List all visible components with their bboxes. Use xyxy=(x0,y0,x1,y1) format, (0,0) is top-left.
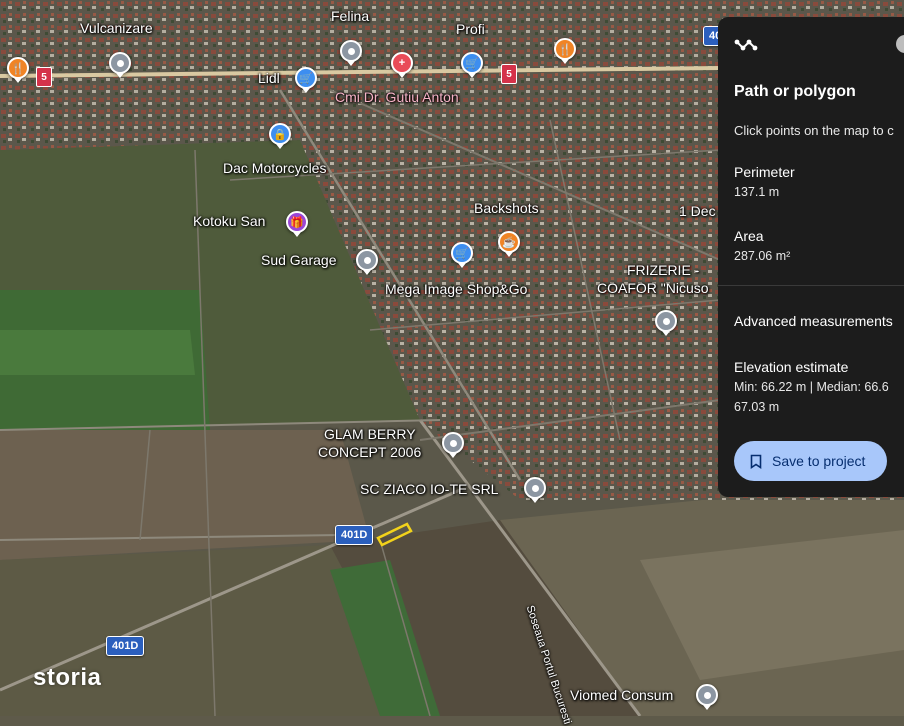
place-label-vulcanizare[interactable]: Vulcanizare xyxy=(80,20,153,36)
pin-dot-icon xyxy=(662,317,670,325)
perimeter-label: Perimeter xyxy=(734,164,795,180)
place-label-ziaco[interactable]: SC ZIACO IO-TE SRL xyxy=(360,481,498,497)
place-label-sud-garage[interactable]: Sud Garage xyxy=(261,252,337,268)
place-label-backshots[interactable]: Backshots xyxy=(474,200,539,216)
place-label-frizerie-2[interactable]: COAFOR "Nicuso xyxy=(597,280,709,297)
route-marker-5: 5 xyxy=(501,64,517,84)
highway-shield-label: 401D xyxy=(107,637,144,655)
elevation-line-1: Min: 66.22 m | Median: 66.6 xyxy=(734,380,889,394)
place-pin-icon[interactable] xyxy=(442,432,464,458)
pin-dot-icon xyxy=(116,59,124,67)
area-value: 287.06 m² xyxy=(734,249,791,263)
cafe-icon[interactable]: ☕ xyxy=(498,231,520,257)
highway-shield-401d: 401D xyxy=(335,525,374,545)
panel-divider xyxy=(718,285,904,286)
elevation-line-2: 67.03 m xyxy=(734,400,780,414)
place-label-1-dec[interactable]: 1 Dec xyxy=(679,203,716,219)
save-to-project-button[interactable]: Save to project xyxy=(734,441,887,481)
route-marker-5: 5 xyxy=(36,67,52,87)
restaurant-icon[interactable]: 🍴 xyxy=(7,57,29,83)
pin-dot-icon xyxy=(449,439,457,447)
pin-dot-icon xyxy=(347,47,355,55)
place-pin-icon[interactable] xyxy=(109,52,131,78)
place-pin-icon[interactable] xyxy=(524,477,546,503)
field-green-strip-2 xyxy=(0,330,195,375)
storia-watermark: storia xyxy=(33,664,102,691)
lock-shop-icon[interactable]: 🔒 xyxy=(269,123,291,149)
place-label-profi[interactable]: Profi xyxy=(456,21,485,37)
place-label-kotoku-san[interactable]: Kotoku San xyxy=(193,213,265,229)
measurement-panel: Path or polygon Click points on the map … xyxy=(718,17,904,497)
shopping-cart-icon[interactable]: 🛒 xyxy=(295,67,317,93)
shopping-cart-icon[interactable]: 🛒 xyxy=(451,242,473,268)
area-label: Area xyxy=(734,228,764,244)
highway-shield-401d: 401D xyxy=(106,636,145,656)
path-measure-icon xyxy=(734,39,758,51)
place-label-viomed[interactable]: Viomed Consum xyxy=(570,687,673,703)
place-label-dac-motorcycles[interactable]: Dac Motorcycles xyxy=(223,160,326,176)
place-label-cmi[interactable]: Cmi Dr. Gutiu Anton xyxy=(335,89,459,105)
shopping-cart-icon[interactable]: 🛒 xyxy=(461,52,483,78)
gift-icon[interactable]: 🎁 xyxy=(286,211,308,237)
place-pin-icon[interactable] xyxy=(655,310,677,336)
bookmark-icon xyxy=(750,454,762,469)
place-label-glam-berry-2[interactable]: CONCEPT 2006 xyxy=(318,444,421,461)
save-to-project-label: Save to project xyxy=(772,453,866,469)
field-brown xyxy=(0,430,370,560)
medical-icon[interactable]: + xyxy=(391,52,413,78)
panel-instruction: Click points on the map to c xyxy=(734,123,894,138)
close-icon[interactable] xyxy=(896,35,904,53)
place-label-felina[interactable]: Felina xyxy=(331,8,369,24)
elevation-label: Elevation estimate xyxy=(734,359,849,375)
place-pin-icon[interactable] xyxy=(696,684,718,710)
place-pin-icon[interactable] xyxy=(340,40,362,66)
restaurant-icon[interactable]: 🍴 xyxy=(554,38,576,64)
place-label-lidl[interactable]: Lidl xyxy=(258,70,280,86)
perimeter-value: 137.1 m xyxy=(734,185,780,199)
place-label-glam-berry-1[interactable]: GLAM BERRY xyxy=(324,426,416,443)
highway-shield-label: 401D xyxy=(336,526,373,544)
pin-dot-icon xyxy=(703,691,711,699)
advanced-measurements-toggle[interactable]: Advanced measurements xyxy=(734,313,893,329)
pin-dot-icon xyxy=(531,484,539,492)
pin-dot-icon xyxy=(363,256,371,264)
panel-title: Path or polygon xyxy=(734,83,856,100)
place-pin-icon[interactable] xyxy=(356,249,378,275)
place-label-frizerie-1[interactable]: FRIZERIE - xyxy=(627,262,699,279)
place-label-mega-image[interactable]: Mega Image Shop&Go xyxy=(385,281,527,297)
